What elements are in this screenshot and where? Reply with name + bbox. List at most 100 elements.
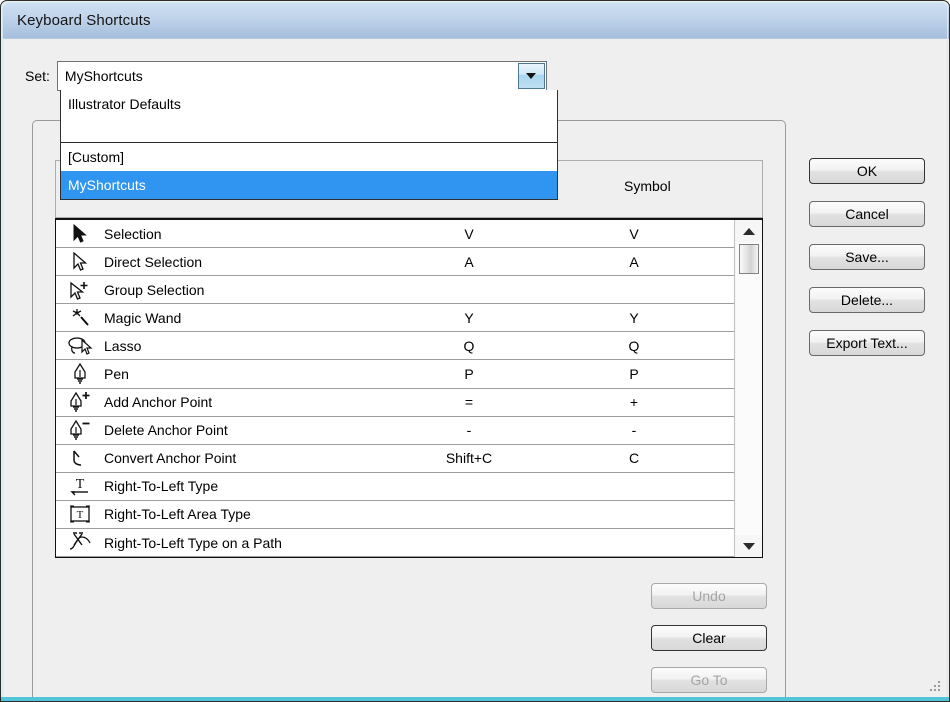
shortcut-set-row: Set: MyShortcuts [25, 61, 547, 91]
svg-text:T: T [77, 509, 84, 521]
group-selection-tool-icon [56, 280, 104, 300]
shortcut-cell: = [464, 394, 474, 411]
symbol-cell: Q [628, 337, 640, 354]
shortcut-set-dropdown-button[interactable] [517, 63, 545, 89]
set-label: Set: [25, 68, 50, 84]
shortcuts-list-rows: Selection V V Direct Selection A A Group Selec… [56, 220, 734, 557]
add-anchor-point-tool-icon [56, 391, 104, 413]
button-label: Export Text... [826, 335, 908, 351]
table-row[interactable]: Selection V V [56, 220, 734, 249]
table-row[interactable]: Direct Selection A A [56, 248, 734, 277]
tool-name-cell: Lasso [104, 337, 142, 354]
scrollbar-track[interactable] [735, 242, 762, 535]
shortcut-cell: Q [463, 337, 475, 354]
scroll-down-button[interactable] [735, 535, 762, 557]
resize-grip[interactable] [930, 681, 942, 693]
table-row[interactable]: Delete Anchor Point - - [56, 416, 734, 445]
title-bar[interactable]: Keyboard Shortcuts [3, 3, 949, 39]
symbol-cell: C [628, 450, 640, 467]
scrollbar-thumb[interactable] [738, 244, 759, 274]
column-header-symbol: Symbol [624, 178, 671, 194]
right-to-left-area-type-tool-icon: T [56, 504, 104, 524]
dialog-body: Symbol Selection V V Direct Selection A A Grou… [3, 40, 949, 701]
shortcut-cell: Shift+C [445, 450, 493, 467]
symbol-cell: - [631, 422, 637, 439]
lasso-tool-icon [56, 336, 104, 356]
chevron-down-icon [742, 542, 755, 550]
tool-name-cell: Direct Selection [104, 253, 203, 270]
direct-selection-tool-icon [56, 251, 104, 272]
window-title: Keyboard Shortcuts [17, 12, 151, 29]
button-label: OK [856, 163, 878, 179]
vertical-scrollbar[interactable] [734, 220, 762, 557]
delete-anchor-point-tool-icon [56, 419, 104, 441]
tool-name-cell: Convert Anchor Point [104, 450, 237, 467]
dropdown-item-label: Illustrator Defaults [68, 96, 181, 112]
keyboard-shortcuts-dialog: Keyboard Shortcuts Symbol Selection V V Dir… [0, 0, 950, 702]
shortcuts-list[interactable]: Selection V V Direct Selection A A Group Selec… [55, 218, 763, 558]
symbol-cell: A [629, 253, 639, 270]
symbol-cell: + [629, 394, 639, 411]
button-label: Delete... [840, 292, 894, 308]
svg-text:T: T [76, 477, 85, 492]
tool-name-cell: Pen [104, 366, 129, 383]
tool-name-cell: Magic Wand [104, 309, 182, 326]
tool-name-cell: Right-To-Left Type on a Path [104, 534, 282, 551]
table-row[interactable]: Right-To-Left Type on a Path [56, 529, 734, 557]
window-bottom-accent [1, 697, 949, 701]
shortcut-set-combobox[interactable]: MyShortcuts [56, 61, 547, 91]
right-cancel-button[interactable]: Cancel [809, 201, 925, 227]
table-row[interactable]: Group Selection [56, 276, 734, 305]
bottom-clear-button[interactable]: Clear [651, 625, 767, 651]
shortcut-set-dropdown-list[interactable]: Illustrator Defaults [Custom] MyShortcuts [60, 90, 558, 200]
shortcut-cell: V [464, 225, 474, 242]
selection-tool-icon [56, 223, 104, 244]
symbol-cell: P [629, 366, 639, 383]
tool-name-cell: Add Anchor Point [104, 394, 213, 411]
dropdown-item[interactable]: [Custom] [61, 143, 557, 171]
magic-wand-tool-icon [56, 308, 104, 328]
button-label: Save... [845, 249, 889, 265]
shortcut-cell: P [464, 366, 474, 383]
dialog-action-buttons: OK Cancel Save... Delete... Export Text... [809, 158, 925, 373]
tool-name-cell: Right-To-Left Area Type [104, 506, 251, 523]
table-row[interactable]: T Right-To-Left Type [56, 472, 734, 501]
tool-name-cell: Right-To-Left Type [104, 478, 219, 495]
button-label: Cancel [845, 206, 889, 222]
dropdown-item[interactable]: Illustrator Defaults [61, 90, 557, 118]
right-to-left-type-tool-icon: T [56, 475, 104, 497]
table-row[interactable]: Magic Wand Y Y [56, 304, 734, 333]
table-row[interactable]: T Right-To-Left Area Type [56, 500, 734, 530]
right-delete-button[interactable]: Delete... [809, 287, 925, 313]
button-label: Undo [692, 588, 726, 604]
dropdown-item[interactable]: MyShortcuts [61, 171, 557, 199]
shortcut-set-value: MyShortcuts [64, 68, 143, 84]
chevron-down-icon [526, 73, 537, 79]
button-label: Go To [690, 672, 728, 688]
bottom-go-to-button: Go To [651, 667, 767, 693]
table-row[interactable]: Lasso Q Q [56, 332, 734, 361]
symbol-cell: V [629, 225, 639, 242]
pen-tool-icon [56, 363, 104, 385]
table-row[interactable]: Pen P P [56, 360, 734, 389]
right-ok-button[interactable]: OK [809, 158, 925, 184]
scroll-up-button[interactable] [735, 220, 762, 242]
table-row[interactable]: Add Anchor Point = + [56, 388, 734, 417]
right-to-left-type-on-path-icon [56, 531, 104, 554]
button-label: Clear [692, 630, 726, 646]
dropdown-item-label: [Custom] [68, 149, 125, 165]
shortcut-edit-buttons: Undo Clear Go To [651, 583, 767, 701]
tool-name-cell: Selection [104, 225, 162, 242]
bottom-undo-button: Undo [651, 583, 767, 609]
dropdown-item-label: MyShortcuts [68, 177, 146, 193]
shortcut-cell: - [466, 422, 472, 439]
shortcut-cell: Y [464, 309, 474, 326]
table-row[interactable]: Convert Anchor Point Shift+C C [56, 444, 734, 473]
right-save-button[interactable]: Save... [809, 244, 925, 270]
right-export-text-button[interactable]: Export Text... [809, 330, 925, 356]
chevron-up-icon [742, 227, 755, 235]
symbol-cell: Y [629, 309, 639, 326]
tool-name-cell: Group Selection [104, 281, 205, 298]
tool-name-cell: Delete Anchor Point [104, 422, 228, 439]
dropdown-blank-item[interactable] [61, 118, 557, 142]
